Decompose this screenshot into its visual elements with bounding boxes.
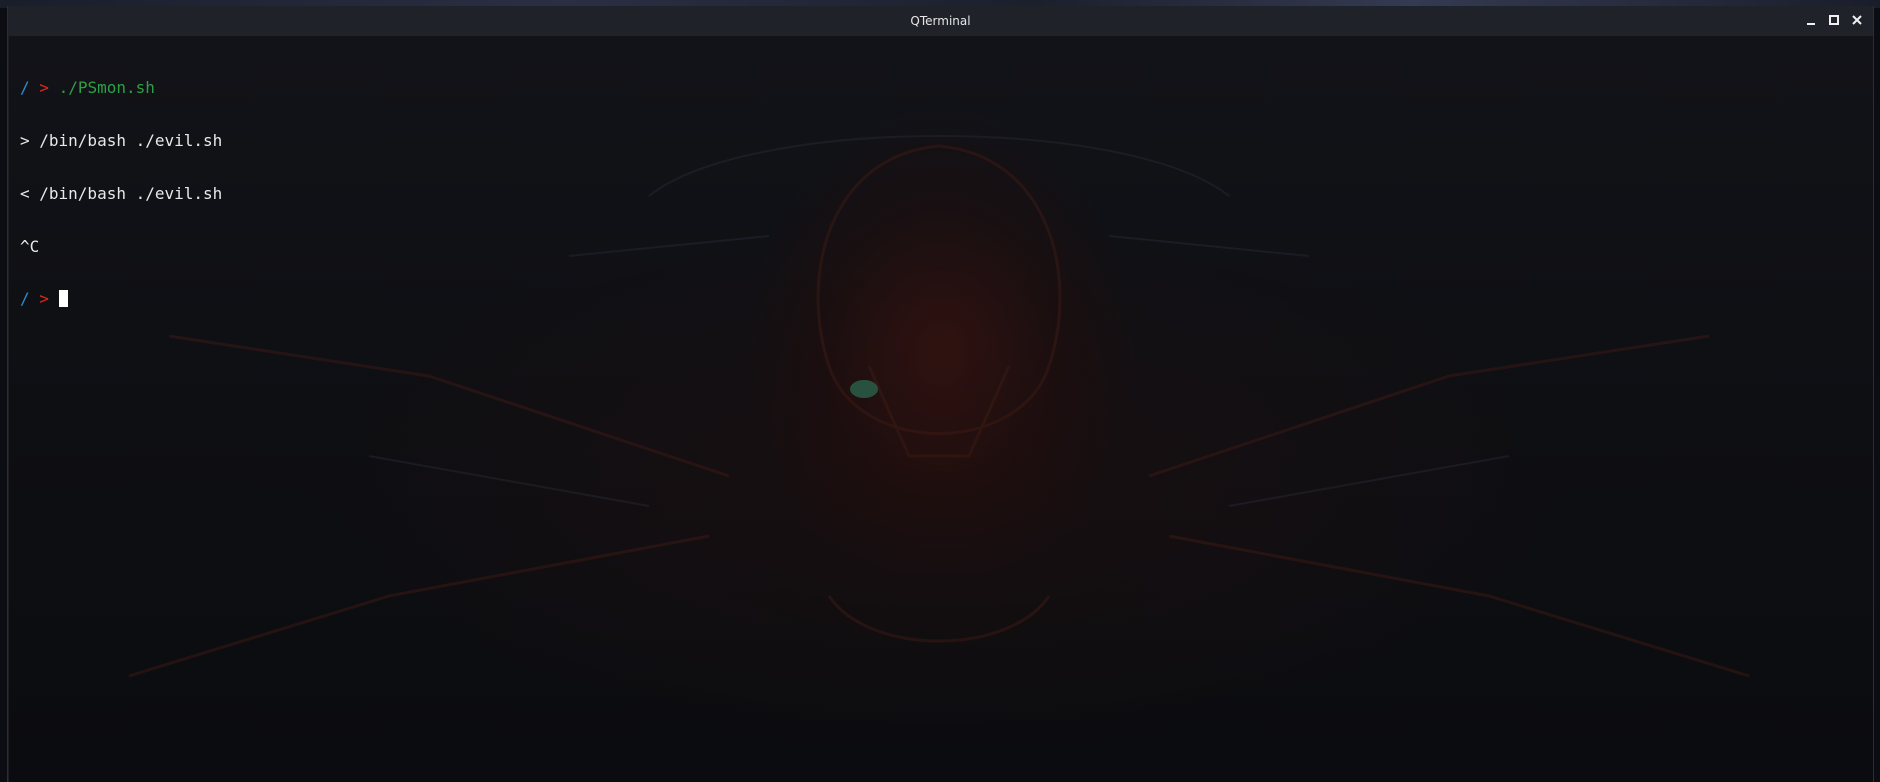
- terminal-line: ^C: [20, 236, 40, 256]
- prompt-arrow: >: [39, 78, 49, 98]
- terminal-line: < /bin/bash ./evil.sh: [20, 183, 223, 203]
- close-button[interactable]: [1850, 13, 1863, 26]
- terminal-line: / > ./PSmon.sh: [20, 79, 222, 97]
- terminal-line: / >: [20, 290, 222, 308]
- title-bar[interactable]: QTerminal: [8, 6, 1873, 36]
- prompt-arrow: >: [39, 289, 49, 309]
- window-title: QTerminal: [910, 14, 971, 28]
- close-icon: [1851, 14, 1862, 25]
- terminal-text: / > ./PSmon.sh > /bin/bash ./evil.sh < /…: [20, 44, 222, 343]
- terminal-window: QTerminal / > ./PSmon.sh > /bin/bash ./e…: [7, 6, 1874, 782]
- prompt-path: /: [20, 78, 30, 98]
- minimize-icon: [1806, 22, 1815, 25]
- terminal-output-area[interactable]: / > ./PSmon.sh > /bin/bash ./evil.sh < /…: [9, 36, 1873, 782]
- terminal-line: > /bin/bash ./evil.sh: [20, 130, 223, 150]
- text-cursor: [58, 290, 68, 308]
- maximize-icon: [1828, 14, 1839, 25]
- wallpaper-robot-art: [128, 135, 1750, 678]
- window-controls: [1804, 13, 1863, 26]
- maximize-button[interactable]: [1827, 13, 1840, 26]
- command-text: ./PSmon.sh: [58, 78, 155, 98]
- prompt-path: /: [20, 289, 30, 309]
- minimize-button[interactable]: [1804, 13, 1817, 26]
